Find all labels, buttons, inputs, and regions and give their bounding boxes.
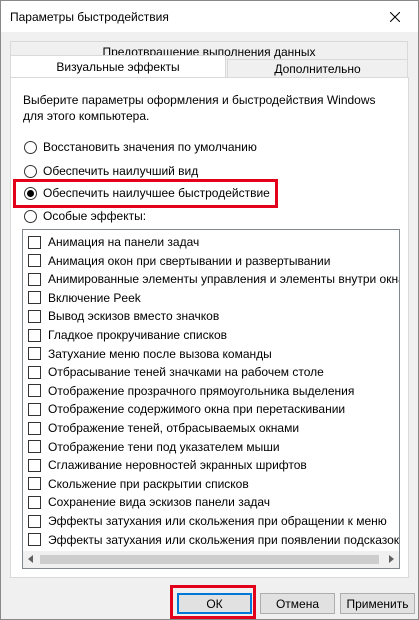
effect-checkbox-item[interactable]: Анимация окон при свертывании и разверты… [28, 252, 330, 270]
effects-list[interactable]: Анимация на панели задач Анимация окон пр… [22, 229, 400, 569]
title-bar: Параметры быстродействия [1, 1, 418, 32]
checkbox[interactable] [28, 384, 41, 398]
effect-label: Эффекты затухания или скольжения при обр… [48, 514, 387, 528]
tab-advanced[interactable]: Дополнительно [227, 59, 408, 77]
radio-custom[interactable]: Особые эффекты: [24, 207, 146, 225]
ok-button-label: ОК [206, 596, 223, 611]
checkbox[interactable] [28, 347, 41, 361]
checkbox[interactable] [28, 365, 41, 379]
checkbox[interactable] [28, 495, 41, 509]
apply-button[interactable]: Применить [340, 593, 415, 614]
effect-label: Эффекты затухания или скольжения при поя… [48, 532, 400, 547]
effect-checkbox-item[interactable]: Эффекты затухания или скольжения при обр… [28, 512, 387, 530]
checkbox[interactable] [28, 309, 41, 323]
effect-label: Отбрасывание теней значками на рабочем с… [48, 365, 324, 380]
cancel-button[interactable]: Отмена [260, 593, 335, 614]
effect-checkbox-item[interactable]: Включение Peek [28, 289, 141, 307]
checkbox[interactable] [28, 440, 41, 454]
checkbox[interactable] [28, 272, 41, 286]
effect-checkbox-item[interactable]: Сохранение вида эскизов панели задач [28, 493, 270, 511]
performance-options-dialog: Параметры быстродействия Предотвращение … [0, 0, 419, 620]
tab-visual-effects-label: Визуальные эффекты [56, 59, 180, 74]
checkbox[interactable] [28, 254, 41, 268]
effect-label: Отображение содержимого окна при перетас… [48, 402, 346, 417]
effect-label: Включение Peek [48, 290, 141, 305]
effect-label: Скольжение при раскрытии списков [48, 476, 249, 491]
scroll-right-icon[interactable] [389, 555, 394, 563]
effect-label: Анимация окон при свертывании и разверты… [48, 253, 331, 268]
effect-checkbox-item[interactable]: Эффекты затухания или скольжения при поя… [28, 531, 399, 549]
cancel-button-label: Отмена [275, 596, 320, 611]
effect-checkbox-item[interactable]: Вывод эскизов вместо значков [28, 307, 219, 325]
highlight-box-best-performance [13, 179, 278, 208]
effect-checkbox-item[interactable]: Отображение тени под указателем мыши [28, 438, 280, 456]
ok-button[interactable]: ОК [177, 593, 252, 614]
effect-label: Затухание меню после вызова команды [48, 346, 272, 361]
scroll-left-icon[interactable] [28, 555, 33, 563]
radio-label: Особые эффекты: [43, 209, 147, 223]
close-button[interactable] [372, 1, 418, 32]
effect-checkbox-item[interactable]: Скольжение при раскрытии списков [28, 475, 249, 493]
effect-checkbox-item[interactable]: Отображение теней, отбрасываемых окнами [28, 419, 299, 437]
effect-label: Отображение тени под указателем мыши [48, 439, 280, 454]
effect-label: Гладкое прокручивание списков [48, 328, 228, 342]
effect-label: Анимация на панели задач [48, 235, 200, 249]
effect-checkbox-item[interactable]: Сглаживание неровностей экранных шрифтов [28, 456, 307, 474]
effect-checkbox-item[interactable]: Анимированные элементы управления и элем… [28, 270, 400, 288]
radio-best-appearance[interactable]: Обеспечить наилучший вид [24, 162, 198, 180]
checkbox[interactable] [28, 458, 41, 472]
effect-checkbox-item[interactable]: Отображение содержимого окна при перетас… [28, 400, 345, 418]
checkbox[interactable] [28, 514, 41, 528]
effect-label: Отображение прозрачного прямоугольника в… [48, 383, 355, 398]
effect-label: Анимированные элементы управления и элем… [48, 272, 400, 287]
radio-dot [24, 164, 37, 178]
checkbox[interactable] [28, 235, 41, 249]
tab-visual-effects[interactable]: Визуальные эффекты [10, 55, 226, 77]
visual-effects-panel: Выберите параметры оформления и быстроде… [10, 77, 409, 578]
checkbox[interactable] [28, 477, 41, 491]
apply-button-label: Применить [346, 596, 409, 611]
radio-label: Восстановить значения по умолчанию [43, 140, 257, 154]
effect-label: Сохранение вида эскизов панели задач [48, 495, 271, 510]
scroll-thumb[interactable] [40, 555, 379, 564]
effect-label: Отображение теней, отбрасываемых окнами [48, 421, 300, 435]
checkbox[interactable] [28, 291, 41, 305]
radio-dot [24, 209, 37, 223]
effect-checkbox-item[interactable]: Отбрасывание теней значками на рабочем с… [28, 363, 324, 381]
radio-restore-defaults[interactable]: Восстановить значения по умолчанию [24, 138, 257, 156]
radio-dot [24, 140, 37, 154]
horizontal-scrollbar[interactable] [23, 551, 399, 568]
window-title: Параметры быстродействия [10, 10, 169, 24]
effect-checkbox-item[interactable]: Анимация на панели задач [28, 233, 199, 251]
tab-advanced-label: Дополнительно [274, 61, 361, 76]
checkbox[interactable] [28, 421, 41, 435]
effect-checkbox-item[interactable]: Гладкое прокручивание списков [28, 326, 227, 344]
effect-label: Вывод эскизов вместо значков [48, 309, 220, 324]
close-icon [390, 11, 400, 22]
tab-row-front: Визуальные эффекты Дополнительно [10, 55, 408, 78]
effect-checkbox-item[interactable]: Отображение прозрачного прямоугольника в… [28, 382, 354, 400]
checkbox[interactable] [28, 533, 41, 547]
description-text: Выберите параметры оформления и быстроде… [23, 93, 376, 123]
checkbox[interactable] [28, 402, 41, 416]
effect-label: Сглаживание неровностей экранных шрифтов [48, 458, 307, 473]
effect-checkbox-item[interactable]: Затухание меню после вызова команды [28, 345, 272, 363]
radio-label: Обеспечить наилучший вид [43, 164, 199, 178]
checkbox[interactable] [28, 328, 41, 342]
